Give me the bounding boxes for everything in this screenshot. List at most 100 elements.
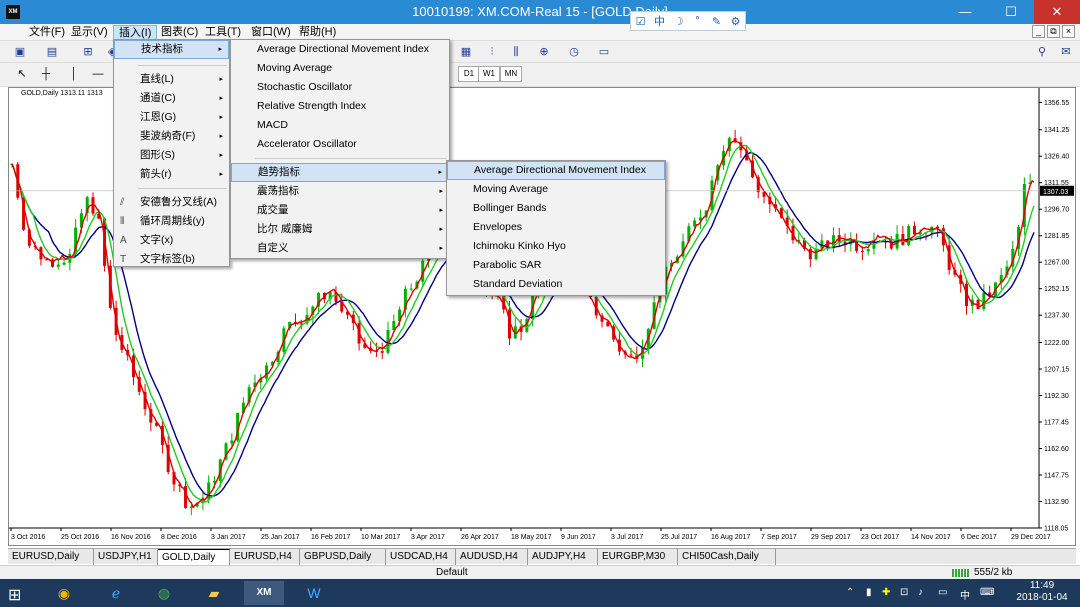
ime-moon-icon[interactable]: ☽ — [672, 15, 686, 28]
menu-charts[interactable]: 图表(C) — [156, 25, 203, 40]
menu-item-channels[interactable]: 通道(C) ▸ — [114, 89, 229, 108]
close-button[interactable]: ✕ — [1034, 0, 1080, 24]
menu-item-parabolic-sar[interactable]: Parabolic SAR — [447, 256, 665, 275]
menu-help[interactable]: 帮助(H) — [294, 25, 341, 40]
candle-body — [808, 248, 812, 260]
indicators-icon[interactable]: ⊕ — [536, 44, 552, 60]
menu-item-text[interactable]: A 文字(x) — [114, 231, 229, 250]
menu-insert[interactable]: 插入(I) — [113, 25, 158, 40]
menu-item-standard-deviation[interactable]: Standard Deviation — [447, 275, 665, 294]
menu-item-bollinger-bands[interactable]: Bollinger Bands — [447, 199, 665, 218]
horizontal-line-icon[interactable]: — — [90, 66, 106, 82]
timeframe-d1-button[interactable]: D1 — [458, 66, 480, 82]
windows-start-icon[interactable]: ⊞ — [8, 585, 21, 605]
tab-eurgbp-m30[interactable]: EURGBP,M30 — [598, 549, 678, 565]
xm-terminal-icon[interactable]: XM — [244, 581, 284, 605]
tab-usdcad-h4[interactable]: USDCAD,H4 — [386, 549, 456, 565]
tray-arrow-icon[interactable]: ⌃ — [846, 587, 854, 598]
candle-chart-icon[interactable]: ⫼ — [508, 44, 524, 60]
menu-view[interactable]: 显示(V) — [66, 25, 113, 40]
ime-gear-icon[interactable]: ⚙ — [729, 15, 743, 28]
periods-icon[interactable]: ◷ — [566, 44, 582, 60]
tab-eurusd-h4[interactable]: EURUSD,H4 — [230, 549, 300, 565]
ime-chinese-icon[interactable]: 中 — [653, 13, 667, 29]
menu-item-trend[interactable]: 趋势指标 ▸ — [231, 163, 449, 182]
tray-signal-icon[interactable]: ▮ — [866, 587, 872, 598]
tile-windows-icon[interactable]: ▦ — [458, 44, 474, 60]
x-tick-label: 18 May 2017 — [511, 534, 552, 541]
menu-item-oscillators[interactable]: 震荡指标 ▸ — [231, 182, 449, 201]
wps-icon[interactable]: W — [294, 581, 334, 605]
text-label-icon: T — [120, 254, 127, 265]
tab-audusd-h4[interactable]: AUDUSD,H4 — [456, 549, 528, 565]
tab-gold-daily[interactable]: GOLD,Daily — [158, 549, 230, 565]
menu-item-moving-average[interactable]: Moving Average — [231, 59, 449, 78]
menu-item-envelopes[interactable]: Envelopes — [447, 218, 665, 237]
tray-display-icon[interactable]: ▭ — [938, 587, 947, 598]
menu-item-fibonacci[interactable]: 斐波纳奇(F) ▸ — [114, 127, 229, 146]
profiles-icon[interactable]: ▤ — [44, 44, 60, 60]
tab-gbpusd-daily[interactable]: GBPUSD,Daily — [300, 549, 386, 565]
chat-icon[interactable]: ✉ — [1058, 44, 1074, 60]
timeframe-w1-button[interactable]: W1 — [478, 66, 500, 82]
ime-pen-icon[interactable]: ✎ — [710, 15, 724, 28]
tab-chi50cash-daily[interactable]: CHI50Cash,Daily — [678, 549, 776, 565]
menu-item-technical-indicators[interactable]: 技术指标 ▸ — [114, 40, 229, 59]
market-watch-icon[interactable]: ⊞ — [80, 44, 96, 60]
tab-audjpy-h4[interactable]: AUDJPY,H4 — [528, 549, 598, 565]
menu-item-bill-williams[interactable]: 比尔 威廉姆 ▸ — [231, 220, 449, 239]
menu-item-macd[interactable]: MACD — [231, 116, 449, 135]
menu-item-volumes[interactable]: 成交量 ▸ — [231, 201, 449, 220]
minimize-button[interactable]: — — [942, 0, 988, 24]
crosshair-icon[interactable]: ┼ — [38, 66, 54, 82]
cursor-icon[interactable]: ↖ — [14, 66, 30, 82]
vertical-line-icon[interactable]: │ — [66, 66, 82, 82]
x-tick-label: 16 Feb 2017 — [311, 534, 350, 541]
file-explorer-icon[interactable]: ▰ — [194, 581, 234, 605]
search-icon[interactable]: ⚲ — [1034, 44, 1050, 60]
menu-item-accelerator[interactable]: Accelerator Oscillator — [231, 135, 449, 154]
menu-item-custom[interactable]: 自定义 ▸ — [231, 239, 449, 258]
bar-chart-icon[interactable]: ⫶ — [484, 44, 500, 60]
maximize-button[interactable]: ☐ — [988, 0, 1034, 24]
pitchfork-icon: ⫽ — [120, 197, 125, 208]
taskbar-app-icon[interactable]: ◉ — [44, 581, 84, 605]
tray-keyboard-icon[interactable]: ⌨ — [980, 587, 994, 598]
templates-icon[interactable]: ▭ — [596, 44, 612, 60]
menu-item-gann[interactable]: 江恩(G) ▸ — [114, 108, 229, 127]
new-chart-icon[interactable]: ▣ — [12, 44, 28, 60]
tray-network-icon[interactable]: ⊡ — [900, 587, 908, 598]
menu-item-adx[interactable]: Average Directional Movement Index — [231, 40, 449, 59]
menu-file[interactable]: 文件(F) — [24, 25, 70, 40]
tray-ime-indicator[interactable]: 中 — [960, 587, 970, 602]
menu-item-trend-adx[interactable]: Average Directional Movement Index — [447, 161, 665, 180]
menu-item-rsi[interactable]: Relative Strength Index — [231, 97, 449, 116]
browser-icon[interactable]: ◍ — [144, 581, 184, 605]
tab-usdjpy-h1[interactable]: USDJPY,H1 — [94, 549, 158, 565]
mdi-close-button[interactable]: × — [1062, 25, 1075, 38]
internet-explorer-icon[interactable]: ℯ — [96, 581, 136, 605]
menu-tools[interactable]: 工具(T) — [200, 25, 246, 40]
menu-item-lines[interactable]: 直线(L) ▸ — [114, 70, 229, 89]
ime-punct-icon[interactable]: ° — [691, 15, 705, 27]
menu-item-text-label[interactable]: T 文字标签(b) — [114, 250, 229, 269]
mdi-minimize-button[interactable]: _ — [1032, 25, 1045, 38]
menu-item-ichimoku[interactable]: Ichimoku Kinko Hyo — [447, 237, 665, 256]
tab-eurusd-daily[interactable]: EURUSD,Daily — [8, 549, 94, 565]
menu-item-cycle-lines[interactable]: ⦀ 循环周期线(y) — [114, 212, 229, 231]
x-tick-label: 6 Dec 2017 — [961, 534, 997, 541]
mdi-restore-button[interactable]: ⧉ — [1047, 25, 1060, 38]
ime-check-icon[interactable]: ☑ — [634, 15, 648, 28]
menu-window[interactable]: 窗口(W) — [246, 25, 296, 40]
x-tick-label: 16 Aug 2017 — [711, 534, 750, 541]
tray-security-icon[interactable]: ✚ — [882, 587, 890, 598]
tray-volume-icon[interactable]: ♪ — [918, 587, 923, 598]
menu-item-arrows[interactable]: 箭头(r) ▸ — [114, 165, 229, 184]
menu-item-shapes[interactable]: 图形(S) ▸ — [114, 146, 229, 165]
timeframe-mn-button[interactable]: MN — [500, 66, 522, 82]
menu-item-andrews-pitchfork[interactable]: ⫽ 安德鲁分叉线(A) — [114, 193, 229, 212]
candle-body — [265, 365, 269, 379]
y-tick-label: 1267.00 — [1044, 260, 1069, 267]
menu-item-trend-moving-average[interactable]: Moving Average — [447, 180, 665, 199]
menu-item-stochastic[interactable]: Stochastic Oscillator — [231, 78, 449, 97]
